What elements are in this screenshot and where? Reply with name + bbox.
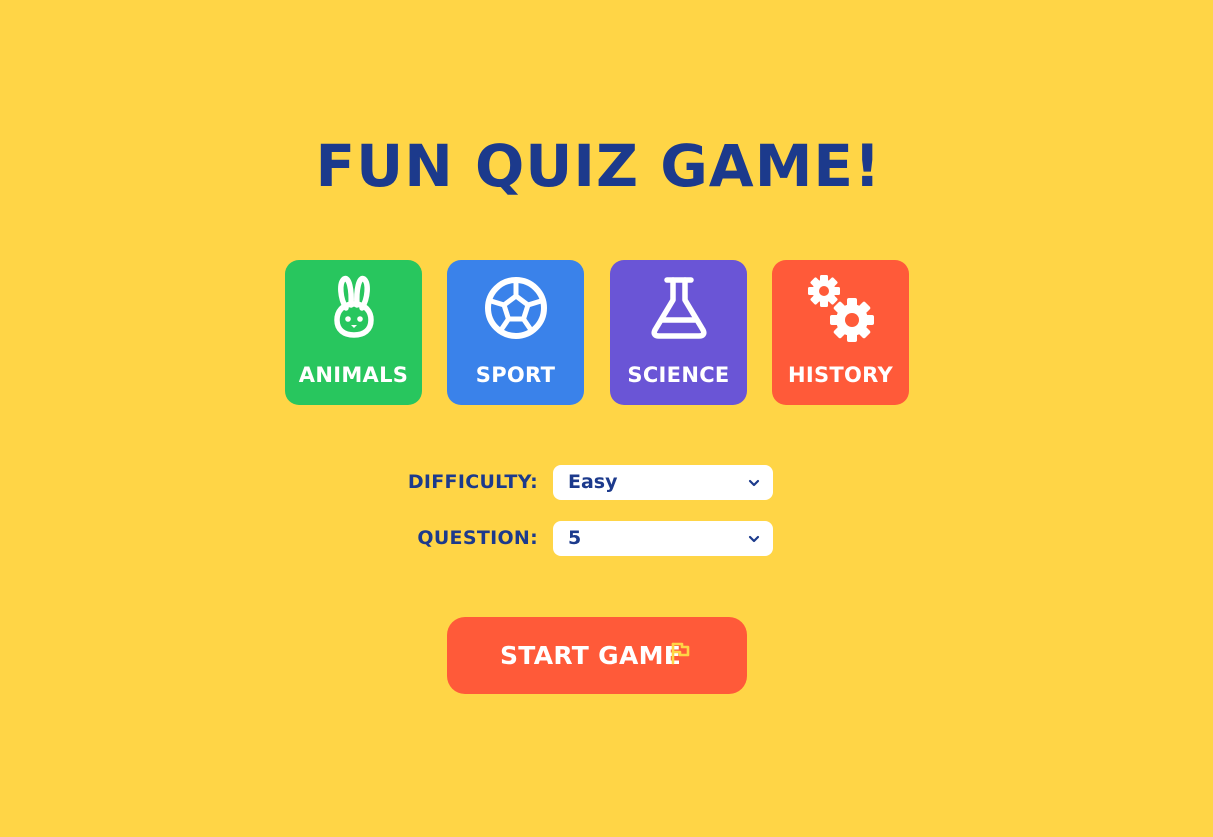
soccer-ball-icon [447, 274, 584, 342]
page-title: FUN QUIZ GAME! [315, 132, 882, 200]
difficulty-value: Easy [568, 471, 618, 493]
start-game-label: START GAME [500, 641, 682, 670]
difficulty-select[interactable]: Easy [553, 465, 773, 500]
question-label: QUESTION: [417, 527, 538, 549]
flag-icon [671, 642, 690, 665]
category-list: ANIMALS SPORT SCIENCE HISTORY [285, 260, 925, 405]
start-game-button[interactable]: START GAME [447, 617, 747, 694]
category-card-sport[interactable]: SPORT [447, 260, 584, 405]
flask-icon [610, 274, 747, 342]
chevron-down-icon [748, 479, 760, 487]
category-card-science[interactable]: SCIENCE [610, 260, 747, 405]
category-card-history[interactable]: HISTORY [772, 260, 909, 405]
category-label: SCIENCE [627, 363, 730, 387]
chevron-down-icon [748, 535, 760, 543]
category-label: SPORT [475, 363, 556, 387]
category-label: HISTORY [787, 363, 894, 387]
category-label: ANIMALS [298, 363, 409, 387]
difficulty-label: DIFFICULTY: [407, 471, 538, 493]
question-count-value: 5 [568, 527, 582, 549]
question-count-select[interactable]: 5 [553, 521, 773, 556]
quiz-start-screen: FUN QUIZ GAME! ANIMALS SPORT SCIENCE HIS… [0, 0, 1213, 837]
rabbit-icon [285, 274, 422, 342]
category-card-animals[interactable]: ANIMALS [285, 260, 422, 405]
gears-icon [772, 274, 909, 342]
